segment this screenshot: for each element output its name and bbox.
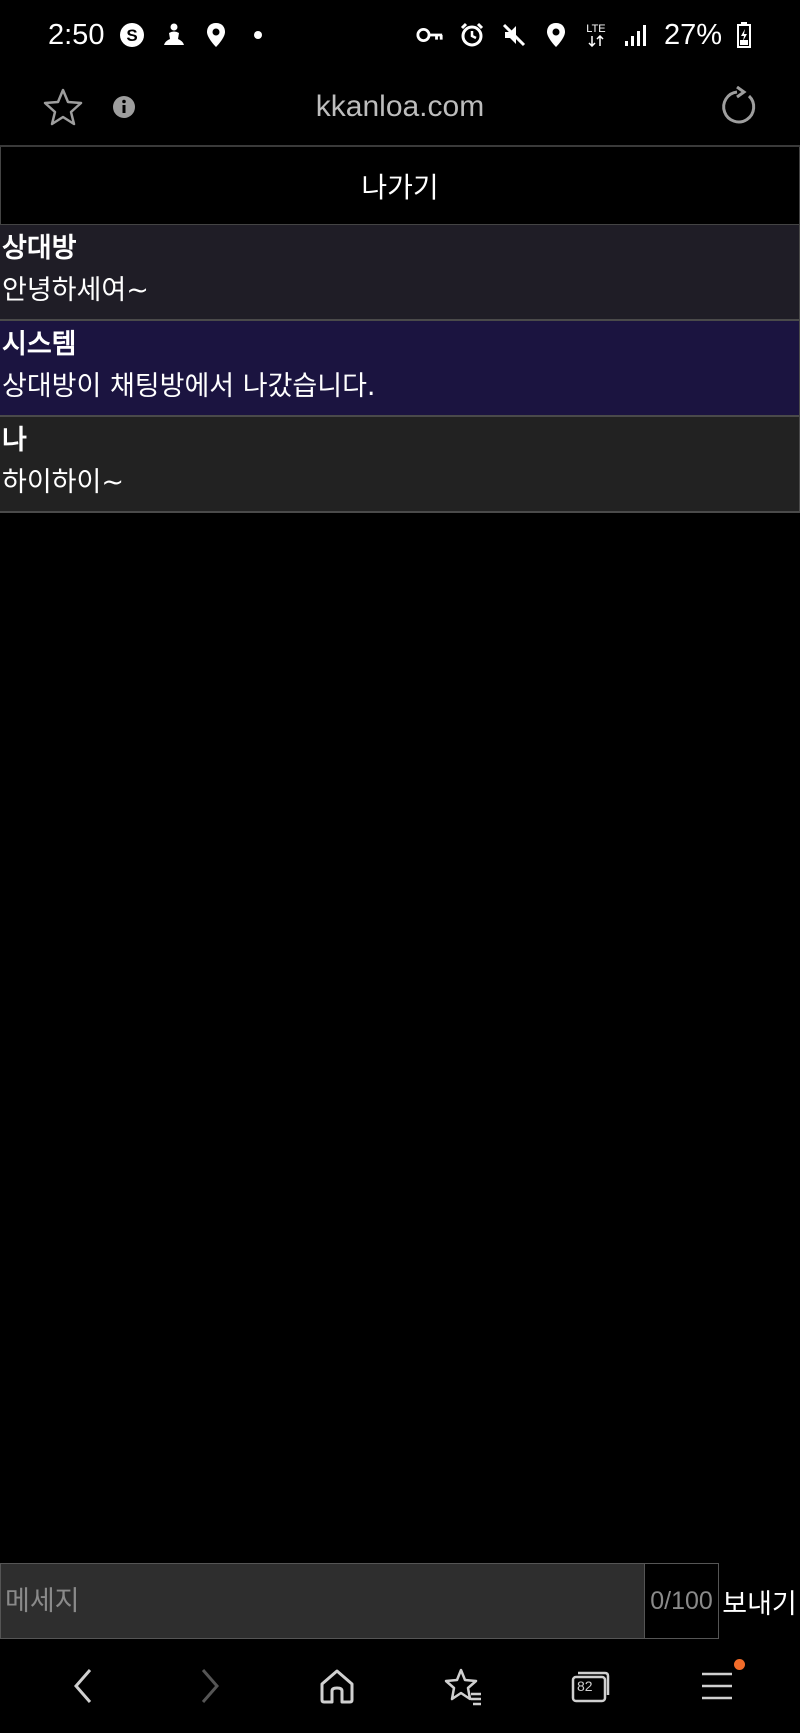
bookmarks-icon <box>445 1668 482 1706</box>
signal-icon <box>622 21 650 49</box>
lte-icon: LTE <box>584 21 608 49</box>
back-button[interactable] <box>53 1656 113 1716</box>
site-info-button[interactable] <box>97 80 151 134</box>
status-bar: 2:50 S LTE 27% <box>0 0 800 70</box>
message-item: 나 하이하이~ <box>0 417 800 513</box>
location-icon <box>542 21 570 49</box>
tab-count: 82 <box>576 1678 593 1694</box>
message-text: 안녕하세여~ <box>2 275 149 306</box>
message-text: 하이하이~ <box>2 467 124 498</box>
message-input-bar: 0/100 보내기 <box>0 1563 800 1639</box>
message-sender: 상대방 <box>2 233 77 264</box>
send-button[interactable]: 보내기 <box>719 1563 800 1639</box>
tabs-button[interactable]: 82 <box>560 1656 620 1716</box>
message-text: 상대방이 채팅방에서 나갔습니다. <box>2 371 376 402</box>
reload-button[interactable] <box>710 80 764 134</box>
dot-icon <box>244 21 272 49</box>
star-icon <box>43 88 83 126</box>
exit-button[interactable]: 나가기 <box>0 147 800 225</box>
message-sender: 나 <box>2 425 27 456</box>
notification-dot <box>733 1659 745 1670</box>
chevron-left-icon <box>74 1669 92 1703</box>
status-left: 2:50 S <box>48 19 272 52</box>
svg-text:S: S <box>127 26 138 45</box>
home-button[interactable] <box>307 1656 367 1716</box>
lte-label: LTE <box>586 23 606 35</box>
message-sender: 시스템 <box>2 329 77 360</box>
alarm-icon <box>458 21 486 49</box>
status-right: LTE 27% <box>416 19 752 52</box>
info-icon <box>113 96 135 118</box>
menu-button[interactable] <box>687 1656 747 1716</box>
home-icon <box>320 1669 354 1704</box>
browser-toolbar: kkanloa.com <box>0 70 800 144</box>
message-item: 시스템 상대방이 채팅방에서 나갔습니다. <box>0 321 800 417</box>
message-input[interactable] <box>0 1563 645 1639</box>
browser-bottom-nav: 82 <box>0 1639 800 1733</box>
battery-charging-icon <box>736 21 752 49</box>
battery-percent: 27% <box>663 18 722 51</box>
mute-icon <box>500 21 528 49</box>
bookmarks-button[interactable] <box>433 1656 493 1716</box>
status-time: 2:50 <box>48 18 105 51</box>
skype-icon: S <box>118 21 146 49</box>
char-counter: 0/100 <box>645 1563 719 1639</box>
meditation-icon <box>160 21 188 49</box>
hamburger-menu-icon <box>701 1672 732 1700</box>
message-list: 상대방 안녕하세여~ 시스템 상대방이 채팅방에서 나갔습니다. 나 하이하이~ <box>0 225 800 513</box>
reload-icon <box>722 86 756 124</box>
location-icon <box>202 21 230 49</box>
bookmark-star-button[interactable] <box>36 80 90 134</box>
forward-button[interactable] <box>180 1656 240 1716</box>
message-item: 상대방 안녕하세여~ <box>0 225 800 321</box>
vpn-key-icon <box>416 21 444 49</box>
chevron-right-icon <box>201 1669 219 1703</box>
